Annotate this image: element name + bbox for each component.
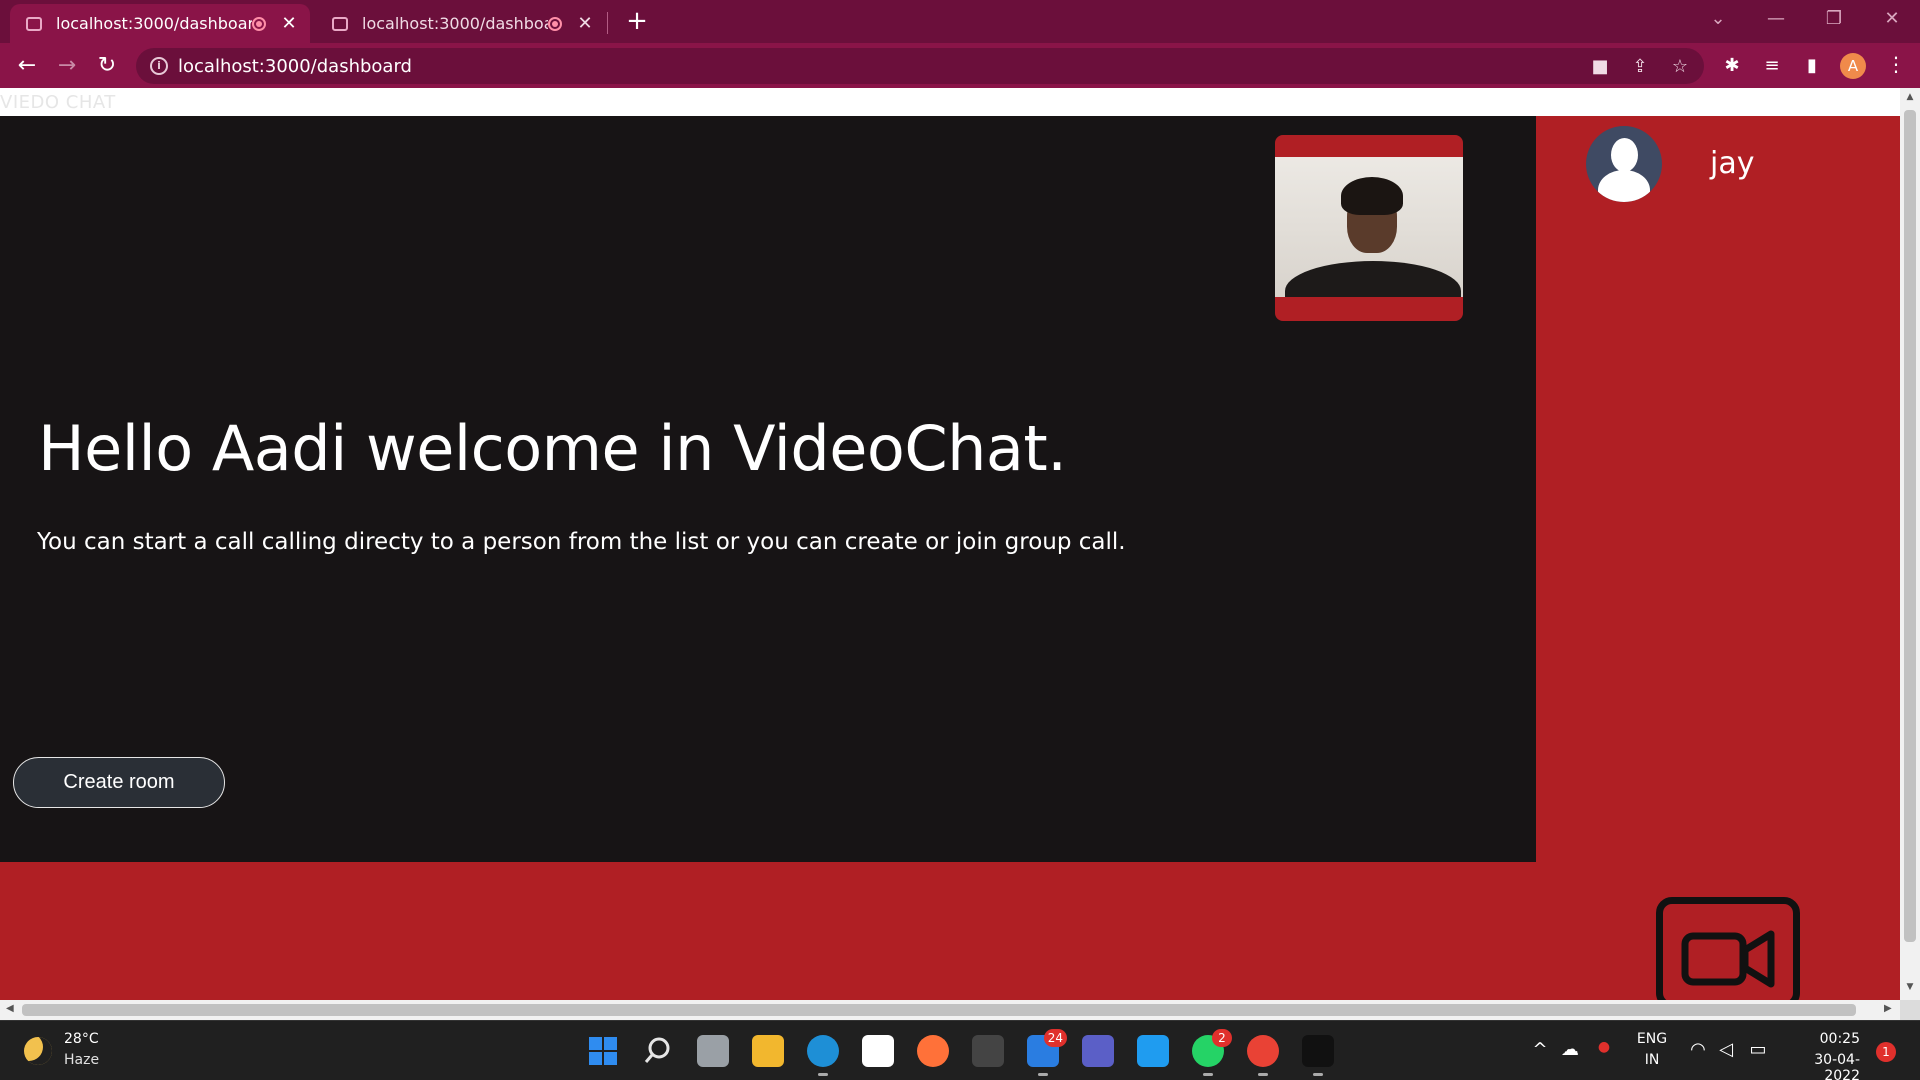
user-list-item[interactable]: jay xyxy=(1586,126,1886,202)
running-indicator xyxy=(1203,1073,1213,1076)
reload-button[interactable]: ↻ xyxy=(90,49,124,83)
profile-avatar[interactable]: A xyxy=(1840,53,1866,79)
share-icon[interactable]: ⇪ xyxy=(1628,56,1652,78)
scroll-down-arrow-icon[interactable]: ▼ xyxy=(1905,982,1915,992)
local-video-preview xyxy=(1275,135,1463,321)
recording-indicator-icon xyxy=(252,16,266,31)
game-icon[interactable] xyxy=(972,1035,1004,1067)
browser-toolbar: ← → ↻ i localhost:3000/dashboard ■ ⇪ ☆ ✱… xyxy=(0,43,1920,88)
horizontal-scroll-thumb[interactable] xyxy=(22,1004,1856,1016)
scroll-right-arrow-icon[interactable]: ▶ xyxy=(1884,1003,1892,1014)
scroll-up-arrow-icon[interactable]: ▲ xyxy=(1905,92,1915,102)
media-control-icon[interactable]: ≡ xyxy=(1760,55,1784,77)
chat-favicon-icon xyxy=(26,16,42,31)
firefox-icon[interactable] xyxy=(917,1035,949,1067)
tab-close-button[interactable]: ✕ xyxy=(576,13,594,34)
video-camera-glyph xyxy=(1681,930,1775,988)
store-icon[interactable] xyxy=(862,1035,894,1067)
create-room-button[interactable]: Create room xyxy=(13,757,225,808)
notification-badge[interactable]: 1 xyxy=(1876,1042,1896,1062)
language-indicator[interactable]: ENG xyxy=(1636,1031,1668,1047)
tab-title: localhost:3000/dashboard xyxy=(362,14,548,33)
new-tab-button[interactable]: + xyxy=(622,6,652,36)
whatsapp-icon[interactable]: 2 xyxy=(1192,1029,1232,1076)
vertical-scrollbar[interactable]: ▲ ▼ xyxy=(1900,88,1920,1000)
volume-icon[interactable]: ◁ xyxy=(1714,1039,1738,1060)
address-url[interactable]: localhost:3000/dashboard xyxy=(178,56,412,77)
file-explorer-icon[interactable] xyxy=(752,1035,784,1067)
onedrive-icon[interactable]: ☁ xyxy=(1558,1039,1582,1060)
browser-menu-icon[interactable]: ⋮ xyxy=(1886,52,1906,76)
clock-date[interactable]: 30-04-2022 xyxy=(1780,1052,1860,1080)
scroll-left-arrow-icon[interactable]: ◀ xyxy=(6,1003,14,1014)
battery-icon[interactable]: ▭ xyxy=(1746,1039,1770,1060)
app-badge: 24 xyxy=(1043,1029,1067,1047)
tab-dashboard-active[interactable]: localhost:3000/dashboard ✕ xyxy=(10,4,310,43)
horizontal-scrollbar[interactable]: ◀ ▶ xyxy=(0,1000,1900,1020)
site-info-icon[interactable]: i xyxy=(150,57,168,75)
avatar-shoulders xyxy=(1598,170,1650,202)
welcome-heading: Hello Aadi welcome in VideoChat. xyxy=(38,412,1067,485)
browser-tab-strip: localhost:3000/dashboard ✕ localhost:300… xyxy=(0,0,1920,43)
running-indicator xyxy=(818,1073,828,1076)
terminal-icon[interactable] xyxy=(1302,1035,1334,1076)
start-icon[interactable] xyxy=(587,1035,619,1067)
person-body xyxy=(1285,261,1461,297)
microphone-icon[interactable]: ● xyxy=(1592,1039,1616,1055)
edge-icon[interactable] xyxy=(807,1035,839,1076)
tab-title: localhost:3000/dashboard xyxy=(56,14,252,33)
windows-taskbar: 28°C Haze 24 2 ^ ☁ ● ENG IN ◠ ◁ ▭ 00:25 3… xyxy=(0,1020,1920,1080)
vertical-scroll-thumb[interactable] xyxy=(1904,110,1916,942)
app-content: Hello Aadi welcome in VideoChat. You can… xyxy=(0,116,1900,1000)
running-indicator xyxy=(1258,1073,1268,1076)
video-camera-icon[interactable] xyxy=(1656,897,1800,1000)
task-view-icon[interactable] xyxy=(697,1035,729,1067)
restore-button[interactable]: ❐ xyxy=(1806,0,1862,40)
region-indicator[interactable]: IN xyxy=(1636,1052,1668,1068)
mail-icon[interactable]: 24 xyxy=(1027,1029,1067,1076)
tray-overflow-icon[interactable]: ^ xyxy=(1528,1039,1552,1060)
tab-separator xyxy=(607,12,608,34)
recording-indicator-icon xyxy=(548,16,562,31)
search-icon[interactable] xyxy=(642,1035,674,1067)
user-avatar-icon xyxy=(1586,126,1662,202)
user-name: jay xyxy=(1710,146,1755,181)
close-window-button[interactable]: ✕ xyxy=(1864,0,1920,40)
wifi-icon[interactable]: ◠ xyxy=(1686,1039,1710,1060)
person-hair xyxy=(1341,177,1403,215)
welcome-description: You can start a call calling directy to … xyxy=(37,529,1126,555)
extensions-icon[interactable]: ✱ xyxy=(1720,55,1744,77)
app-badge: 2 xyxy=(1212,1029,1232,1047)
tab-search-button[interactable]: ⌄ xyxy=(1690,0,1746,40)
avatar-head xyxy=(1611,138,1638,172)
camera-feed xyxy=(1275,157,1463,297)
bookmark-star-icon[interactable]: ☆ xyxy=(1668,56,1692,78)
weather-condition[interactable]: Haze xyxy=(64,1052,99,1068)
camera-in-use-icon[interactable]: ■ xyxy=(1588,56,1612,78)
chat-favicon-icon xyxy=(332,16,348,31)
minimize-button[interactable]: — xyxy=(1748,0,1804,40)
chrome-icon[interactable] xyxy=(1247,1035,1279,1076)
side-panel-icon[interactable]: ▮ xyxy=(1800,55,1824,77)
clock-time[interactable]: 00:25 xyxy=(1780,1031,1860,1047)
teams-icon[interactable] xyxy=(1082,1035,1114,1067)
app-brand: VIEDO CHAT xyxy=(0,92,116,113)
active-users-list: jay xyxy=(1536,116,1900,862)
weather-moon-icon[interactable] xyxy=(24,1037,52,1065)
address-bar[interactable]: i localhost:3000/dashboard ■ ⇪ ☆ xyxy=(136,48,1704,84)
forward-button[interactable]: → xyxy=(50,49,84,83)
weather-temperature[interactable]: 28°C xyxy=(64,1031,99,1047)
scrollbar-corner xyxy=(1900,1000,1920,1020)
dashboard-panel: Hello Aadi welcome in VideoChat. You can… xyxy=(0,116,1536,862)
running-indicator xyxy=(1313,1073,1323,1076)
vscode-icon[interactable] xyxy=(1137,1035,1169,1067)
tab-close-button[interactable]: ✕ xyxy=(280,13,298,34)
tab-dashboard-second[interactable]: localhost:3000/dashboard ✕ xyxy=(316,4,606,43)
back-button[interactable]: ← xyxy=(10,49,44,83)
screen: localhost:3000/dashboard ✕ localhost:300… xyxy=(0,0,1920,1080)
running-indicator xyxy=(1038,1073,1048,1076)
web-page: VIEDO CHAT Hello Aadi welcome in VideoCh… xyxy=(0,88,1900,1000)
